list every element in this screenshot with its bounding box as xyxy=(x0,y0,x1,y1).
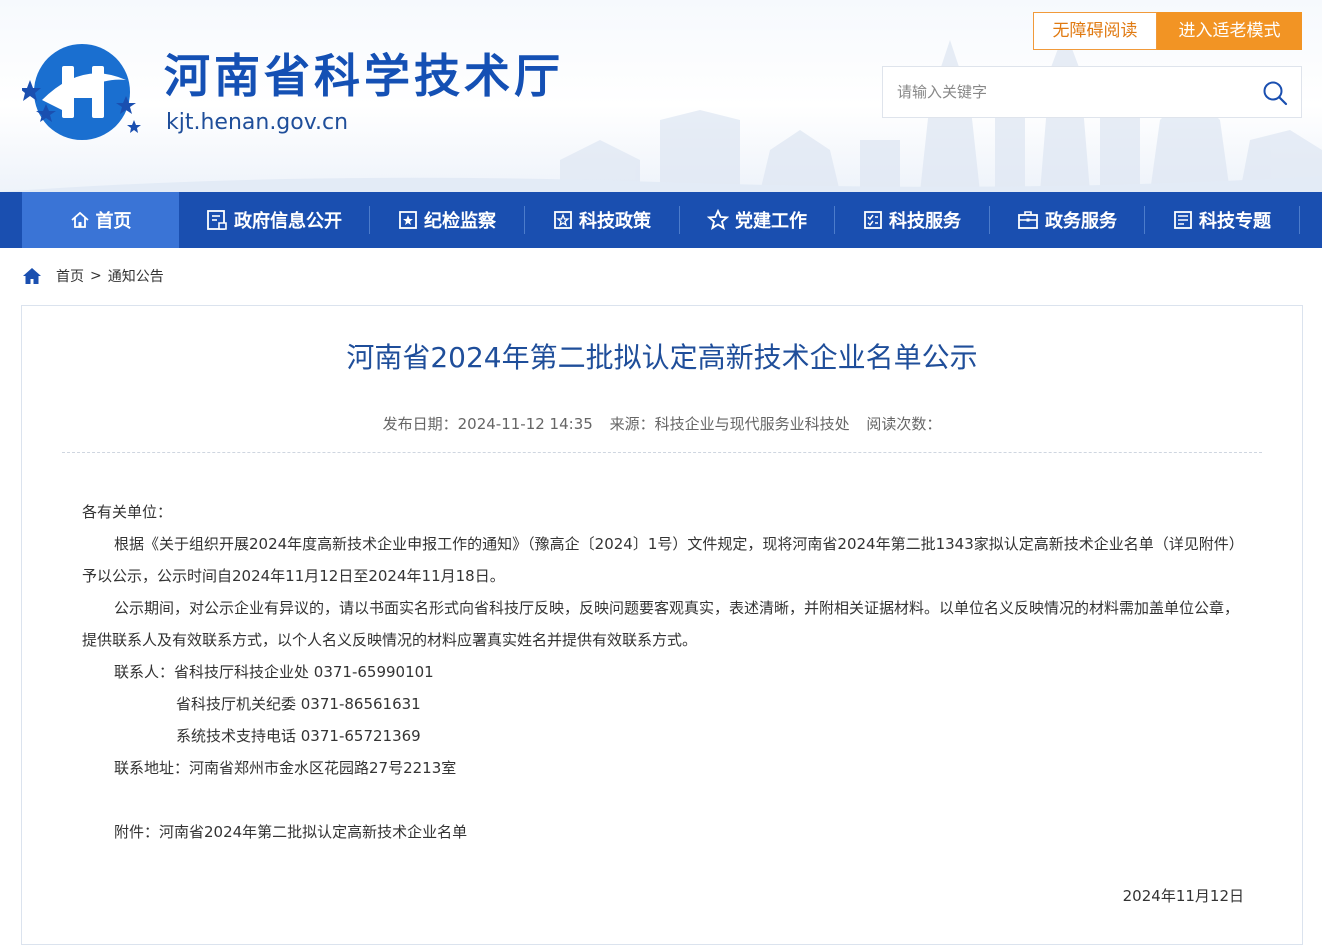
view-count: 阅读次数： xyxy=(866,415,942,433)
nav-item-label: 政务服务 xyxy=(1045,211,1117,232)
search-box xyxy=(882,66,1302,118)
article-divider xyxy=(62,452,1262,453)
breadcrumb: 首页 > 通知公告 xyxy=(22,262,164,290)
breadcrumb-home-link[interactable]: 首页 xyxy=(56,266,84,286)
nav-item-label: 科技服务 xyxy=(889,211,961,232)
nav-separator xyxy=(1299,206,1300,234)
nav-item-tech-topic[interactable]: 科技专题 xyxy=(1145,192,1299,248)
nav-item-label: 科技政策 xyxy=(579,211,651,232)
site-header: 河南省科学技术厅 kjt.henan.gov.cn 无障碍阅读 进入适老模式 xyxy=(0,0,1322,192)
document-icon xyxy=(1174,211,1192,229)
salutation: 各有关单位： xyxy=(82,503,173,521)
site-title: 河南省科学技术厅 xyxy=(164,49,564,103)
breadcrumb-current-link[interactable]: 通知公告 xyxy=(108,266,164,286)
policy-icon xyxy=(554,211,572,229)
home-icon xyxy=(70,211,89,228)
article-title: 河南省2024年第二批拟认定高新技术企业名单公示 xyxy=(346,341,978,374)
nav-item-gov-info[interactable]: 政府信息公开 xyxy=(179,192,369,248)
site-url: kjt.henan.gov.cn xyxy=(166,110,349,135)
henan-logo-icon xyxy=(22,44,141,140)
article-body: 各有关单位： 根据《关于组织开展2024年度高新技术企业申报工作的通知》（豫高企… xyxy=(82,496,1244,912)
nav-item-label: 纪检监察 xyxy=(424,211,496,232)
inspection-icon xyxy=(399,211,417,229)
accessibility-reading-button[interactable]: 无障碍阅读 xyxy=(1033,12,1157,50)
article-container: 河南省2024年第二批拟认定高新技术企业名单公示 发布日期：2024-11-12… xyxy=(21,305,1303,945)
nav-item-label: 政府信息公开 xyxy=(234,211,342,232)
search-icon[interactable] xyxy=(1261,79,1289,107)
star-icon xyxy=(707,209,729,230)
checklist-icon xyxy=(864,211,882,229)
elder-mode-button[interactable]: 进入适老模式 xyxy=(1157,12,1302,50)
info-disclosure-icon xyxy=(207,210,227,230)
nav-item-policy[interactable]: 科技政策 xyxy=(525,192,679,248)
attachment-link[interactable]: 附件：河南省2024年第二批拟认定高新技术企业名单 xyxy=(82,816,1244,848)
publish-date: 发布日期：2024-11-12 14:35 xyxy=(382,415,593,433)
paragraph: 根据《关于组织开展2024年度高新技术企业申报工作的通知》（豫高企〔2024〕1… xyxy=(82,535,1244,585)
nav-item-inspection[interactable]: 纪检监察 xyxy=(370,192,524,248)
nav-item-label: 首页 xyxy=(95,211,132,232)
home-icon[interactable] xyxy=(22,266,42,286)
breadcrumb-separator: > xyxy=(90,268,102,284)
nav-item-gov-service[interactable]: 政务服务 xyxy=(990,192,1144,248)
paragraph: 公示期间，对公示企业有异议的，请以书面实名形式向省科技厅反映，反映问题要客观真实… xyxy=(82,599,1240,649)
nav-item-label: 科技专题 xyxy=(1199,211,1271,232)
contact-line: 省科技厅机关纪委 0371-86561631 xyxy=(176,695,421,713)
address-line: 联系地址：河南省郑州市金水区花园路27号2213室 xyxy=(114,759,457,777)
main-nav: 首页 政府信息公开 纪检监察 科技政策 党建工作 科技服务 政务服务 科技专题 xyxy=(0,192,1322,248)
nav-item-label: 党建工作 xyxy=(735,211,807,232)
nav-item-party[interactable]: 党建工作 xyxy=(680,192,834,248)
nav-item-home[interactable]: 首页 xyxy=(22,192,179,248)
search-input[interactable] xyxy=(883,67,1243,117)
nav-item-tech-service[interactable]: 科技服务 xyxy=(835,192,989,248)
contact-line: 联系人：省科技厅科技企业处 0371-65990101 xyxy=(114,663,434,681)
article-date: 2024年11月12日 xyxy=(1122,887,1244,905)
contact-line: 系统技术支持电话 0371-65721369 xyxy=(176,727,421,745)
briefcase-icon xyxy=(1018,211,1038,229)
article-source: 来源：科技企业与现代服务业科技处 xyxy=(609,415,850,433)
article-meta: 发布日期：2024-11-12 14:35 来源：科技企业与现代服务业科技处 阅… xyxy=(22,412,1302,436)
